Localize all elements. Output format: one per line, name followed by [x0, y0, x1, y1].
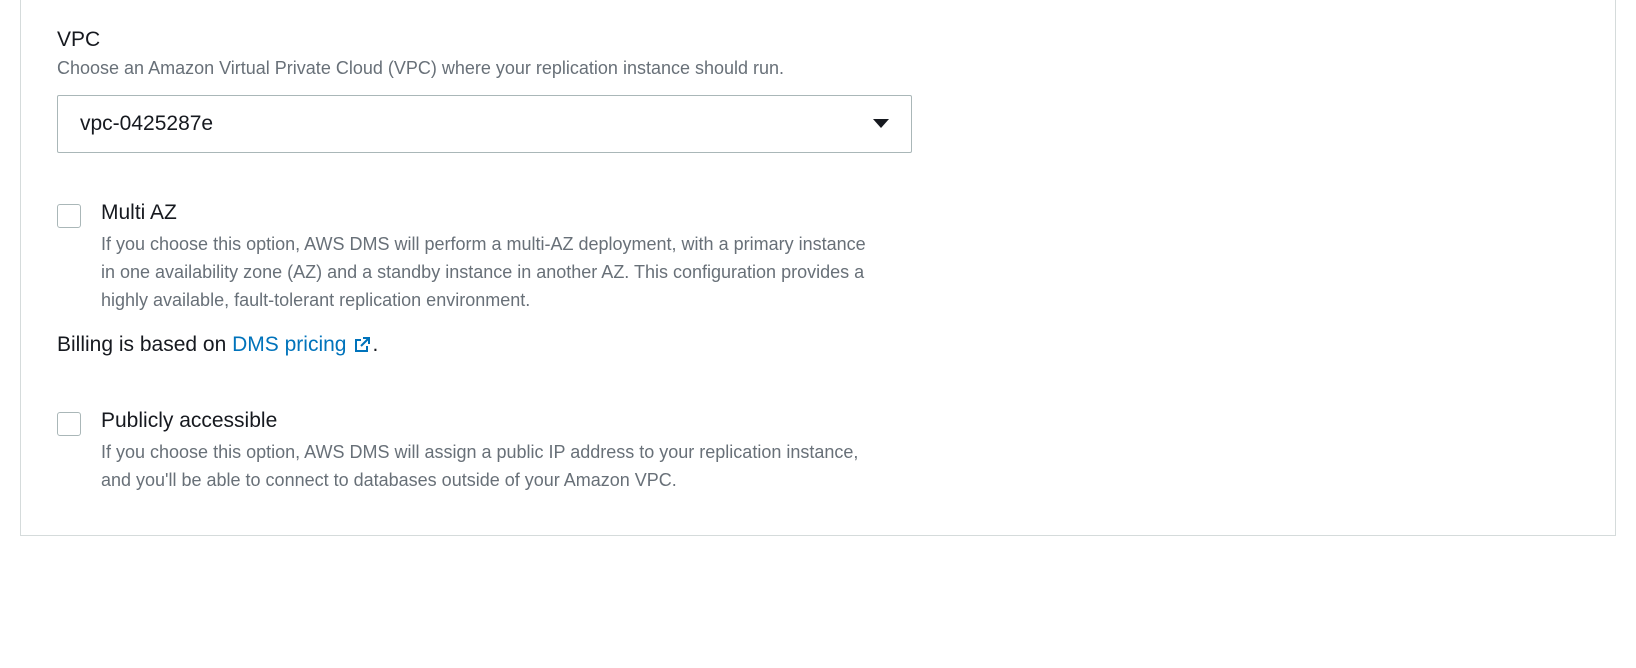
billing-text: Billing is based on DMS pricing. — [57, 333, 1579, 357]
form-panel: VPC Choose an Amazon Virtual Private Clo… — [20, 0, 1616, 536]
billing-prefix: Billing is based on — [57, 333, 232, 356]
vpc-select-value: vpc-0425287e — [80, 112, 213, 136]
vpc-field-group: VPC Choose an Amazon Virtual Private Clo… — [57, 28, 1579, 153]
multi-az-content: Multi AZ If you choose this option, AWS … — [101, 201, 881, 315]
vpc-description: Choose an Amazon Virtual Private Cloud (… — [57, 56, 1579, 81]
multi-az-checkbox-row: Multi AZ If you choose this option, AWS … — [57, 201, 1579, 315]
multi-az-checkbox[interactable] — [57, 204, 81, 228]
publicly-accessible-checkbox[interactable] — [57, 412, 81, 436]
dms-pricing-link[interactable]: DMS pricing — [232, 333, 372, 357]
publicly-accessible-checkbox-row: Publicly accessible If you choose this o… — [57, 409, 1579, 495]
publicly-accessible-description: If you choose this option, AWS DMS will … — [101, 439, 881, 495]
publicly-accessible-field-group: Publicly accessible If you choose this o… — [57, 409, 1579, 495]
multi-az-description: If you choose this option, AWS DMS will … — [101, 231, 881, 315]
publicly-accessible-content: Publicly accessible If you choose this o… — [101, 409, 881, 495]
multi-az-label[interactable]: Multi AZ — [101, 201, 881, 225]
vpc-select[interactable]: vpc-0425287e — [57, 95, 912, 153]
dms-pricing-link-text: DMS pricing — [232, 333, 346, 357]
external-link-icon — [352, 335, 372, 355]
multi-az-field-group: Multi AZ If you choose this option, AWS … — [57, 201, 1579, 357]
billing-suffix: . — [372, 333, 378, 356]
publicly-accessible-label[interactable]: Publicly accessible — [101, 409, 881, 433]
vpc-label: VPC — [57, 28, 1579, 52]
vpc-select-wrapper: vpc-0425287e — [57, 95, 912, 153]
